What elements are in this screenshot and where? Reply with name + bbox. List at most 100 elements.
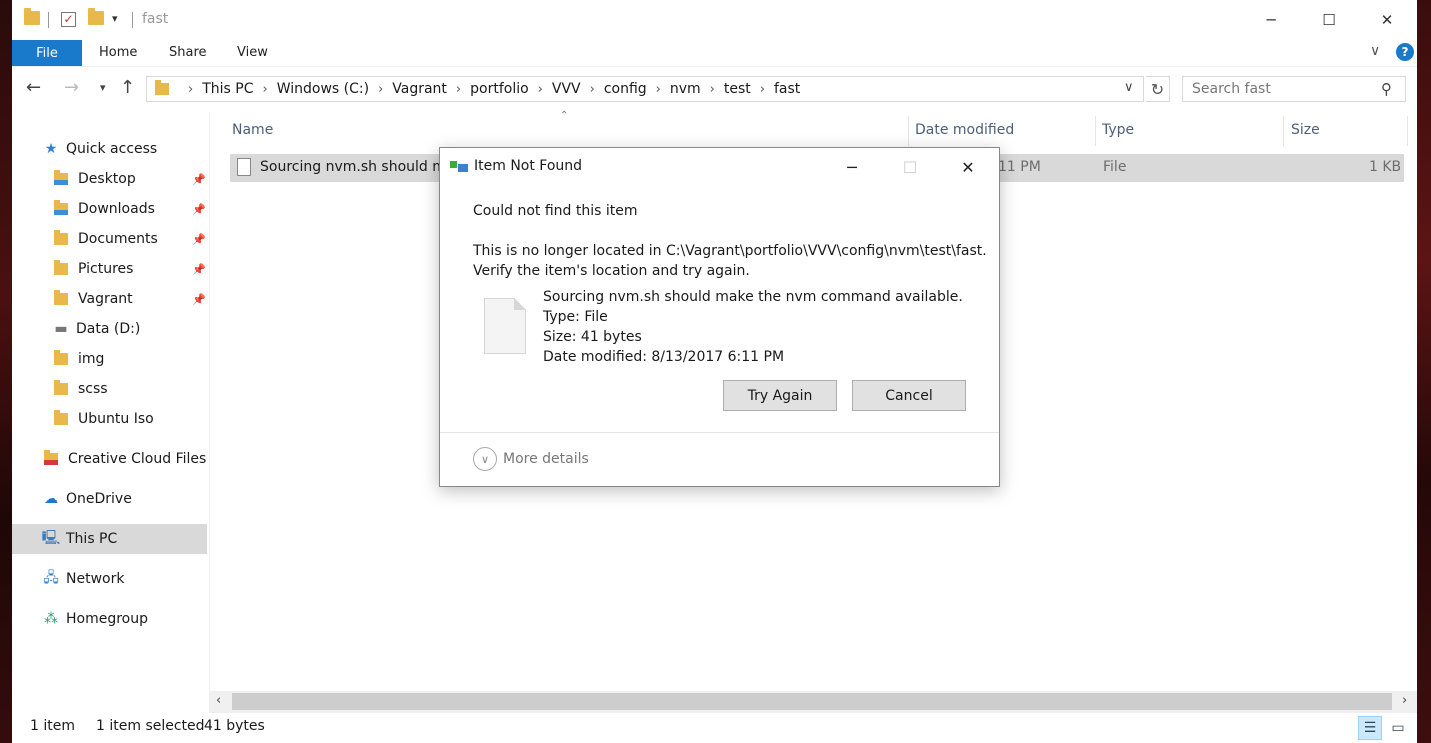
horizontal-scrollbar[interactable]: ‹ ›: [210, 691, 1417, 713]
pin-icon[interactable]: 📌: [192, 233, 206, 246]
toolbar-divider: [48, 12, 49, 28]
breadcrumb-windows-c[interactable]: Windows (C:): [277, 81, 369, 97]
folder-icon: [54, 380, 68, 395]
breadcrumb-test[interactable]: test: [724, 81, 751, 97]
try-again-button[interactable]: Try Again: [723, 380, 837, 411]
dialog-close-button[interactable]: ✕: [948, 152, 988, 182]
pin-icon[interactable]: 📌: [192, 263, 206, 276]
dialog-minimize-button[interactable]: ─: [832, 152, 872, 182]
large-icons-view-icon[interactable]: ▭: [1386, 716, 1410, 740]
column-divider[interactable]: [908, 116, 909, 146]
chevron-right-icon[interactable]: ›: [262, 82, 267, 97]
nav-quick-access[interactable]: ★ Quick access: [42, 134, 158, 164]
properties-icon[interactable]: ✓: [61, 12, 76, 27]
more-details-link[interactable]: More details: [503, 451, 589, 467]
dialog-message-line1: This is no longer located in C:\Vagrant\…: [473, 243, 987, 259]
nav-item-ubuntu-iso[interactable]: Ubuntu Iso: [54, 404, 154, 434]
search-icon[interactable]: ⚲: [1381, 80, 1392, 98]
nav-item-vagrant[interactable]: Vagrant: [54, 284, 133, 314]
chevron-right-icon[interactable]: ›: [656, 82, 661, 97]
breadcrumb-fast[interactable]: fast: [774, 81, 800, 97]
minimize-button[interactable]: ─: [1242, 0, 1300, 40]
refresh-icon[interactable]: ↻: [1146, 76, 1170, 102]
new-folder-icon[interactable]: [88, 8, 104, 25]
file-type: File: [1103, 159, 1127, 175]
breadcrumb-portfolio[interactable]: portfolio: [470, 81, 529, 97]
chevron-right-icon[interactable]: ›: [378, 82, 383, 97]
column-header-type[interactable]: Type: [1102, 122, 1134, 138]
pin-icon[interactable]: 📌: [192, 173, 206, 186]
folder-icon: [54, 290, 68, 305]
chevron-down-icon[interactable]: ∨: [473, 447, 497, 471]
chevron-right-icon[interactable]: ›: [710, 82, 715, 97]
cancel-button[interactable]: Cancel: [852, 380, 966, 411]
scrollbar-thumb[interactable]: [232, 693, 1392, 710]
desktop-folder-icon: [54, 170, 68, 185]
scroll-left-icon[interactable]: ‹: [216, 693, 221, 708]
column-header-date-modified[interactable]: Date modified: [915, 122, 1014, 138]
nav-item-data-d[interactable]: ▬ Data (D:): [52, 314, 140, 344]
dialog-message-line2: Verify the item's location and try again…: [473, 263, 750, 279]
tab-view[interactable]: View: [237, 45, 268, 60]
nav-item-img[interactable]: img: [54, 344, 104, 374]
nav-item-this-pc[interactable]: 🖳 This PC: [42, 524, 118, 554]
tab-home[interactable]: Home: [99, 45, 137, 60]
pictures-folder-icon: [54, 260, 68, 275]
file-date: 11 PM: [998, 159, 1041, 175]
chevron-right-icon[interactable]: ›: [456, 82, 461, 97]
chevron-right-icon[interactable]: ›: [590, 82, 595, 97]
scroll-right-icon[interactable]: ›: [1402, 693, 1407, 708]
breadcrumb-nvm[interactable]: nvm: [670, 81, 701, 97]
nav-item-pictures[interactable]: Pictures: [54, 254, 133, 284]
dialog-divider: [440, 432, 999, 433]
nav-item-desktop[interactable]: Desktop: [54, 164, 136, 194]
customize-quick-access-icon[interactable]: ▾: [112, 12, 118, 25]
up-arrow-icon[interactable]: ↑: [120, 77, 135, 98]
tab-share[interactable]: Share: [169, 45, 207, 60]
nav-label: scss: [78, 381, 108, 397]
address-bar[interactable]: › This PC › Windows (C:) › Vagrant › por…: [146, 76, 1144, 102]
folder-icon: [24, 8, 40, 25]
recent-locations-chevron-icon[interactable]: ▾: [100, 81, 106, 94]
breadcrumb-vvv[interactable]: VVV: [552, 81, 581, 97]
breadcrumb-vagrant[interactable]: Vagrant: [392, 81, 447, 97]
chevron-right-icon[interactable]: ›: [188, 82, 193, 97]
column-header-name[interactable]: Name: [232, 122, 273, 138]
nav-item-scss[interactable]: scss: [54, 374, 108, 404]
help-icon[interactable]: ?: [1396, 43, 1414, 61]
close-button[interactable]: ✕: [1358, 0, 1416, 40]
back-arrow-icon[interactable]: ←: [26, 77, 41, 98]
pin-icon[interactable]: 📌: [192, 203, 206, 216]
maximize-button[interactable]: ☐: [1300, 0, 1358, 40]
nav-item-documents[interactable]: Documents: [54, 224, 158, 254]
nav-item-onedrive[interactable]: ☁ OneDrive: [42, 484, 132, 514]
expand-ribbon-icon[interactable]: ∨: [1370, 43, 1380, 59]
search-input[interactable]: [1183, 77, 1373, 101]
nav-label: Vagrant: [78, 291, 133, 307]
file-info-type: Type: File: [543, 309, 608, 325]
column-header-size[interactable]: Size: [1291, 122, 1320, 138]
breadcrumb-this-pc[interactable]: This PC: [202, 81, 253, 97]
status-bar: 1 item 1 item selected 41 bytes ☰ ▭: [12, 713, 1417, 743]
nav-item-network[interactable]: 🖧 Network: [42, 564, 124, 594]
breadcrumb-config[interactable]: config: [604, 81, 647, 97]
pin-icon[interactable]: 📌: [192, 293, 206, 306]
folder-icon: [155, 80, 169, 95]
nav-item-downloads[interactable]: Downloads: [54, 194, 155, 224]
chevron-right-icon[interactable]: ›: [760, 82, 765, 97]
column-divider[interactable]: [1283, 116, 1284, 146]
address-history-chevron-icon[interactable]: ∨: [1124, 80, 1134, 95]
nav-item-creative-cloud[interactable]: Creative Cloud Files: [44, 444, 206, 474]
column-divider[interactable]: [1095, 116, 1096, 146]
tab-file[interactable]: File: [12, 40, 82, 66]
column-divider[interactable]: [1407, 116, 1408, 146]
forward-arrow-icon[interactable]: →: [64, 77, 79, 98]
chevron-right-icon[interactable]: ›: [538, 82, 543, 97]
nav-label: Desktop: [78, 171, 136, 187]
navigation-bar: ← → ▾ ↑ › This PC › Windows (C:) › Vagra…: [12, 66, 1417, 112]
details-view-icon[interactable]: ☰: [1358, 716, 1382, 740]
nav-item-homegroup[interactable]: ⁂ Homegroup: [42, 604, 148, 634]
network-icon: 🖧: [43, 570, 59, 586]
nav-label: This PC: [66, 531, 118, 547]
nav-label: OneDrive: [66, 491, 132, 507]
